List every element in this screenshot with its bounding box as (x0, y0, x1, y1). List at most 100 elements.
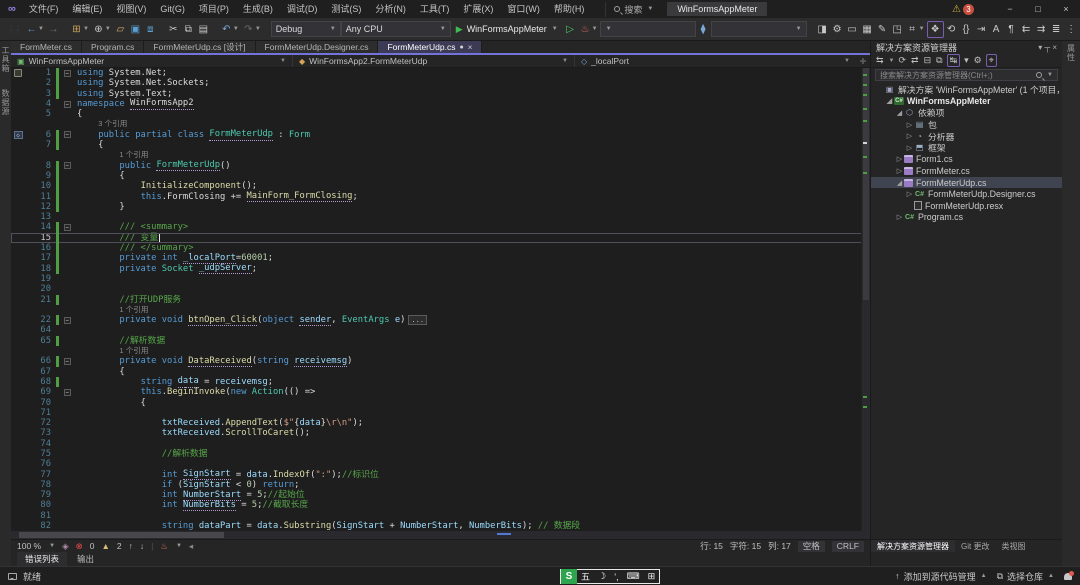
close-tab-icon[interactable]: × (468, 43, 473, 52)
code-editor[interactable]: 1−using System.Net;2using System.Net.Soc… (11, 68, 870, 531)
code-line[interactable]: 4−namespace WinFormsApp2 (11, 99, 870, 109)
tree-item-Programcs[interactable]: ▷C#Program.cs (871, 212, 1062, 224)
sync-icon[interactable]: ⇄ (910, 55, 920, 66)
code-line[interactable]: 7 { (11, 140, 870, 150)
increase-indent-icon[interactable]: ⇉ (1034, 21, 1049, 38)
se-bottom-tab-[interactable]: 类视图 (995, 540, 1031, 552)
prev-issue-button[interactable]: ↑ (129, 541, 133, 551)
line-spacing-icon[interactable]: ≣ (1049, 21, 1064, 38)
close-button[interactable]: × (1052, 0, 1080, 18)
switch-views-icon[interactable]: ⇆ (875, 55, 885, 66)
autohide-tab-数据源[interactable]: 数据源 (0, 86, 11, 119)
error-icon[interactable]: ⊗ (76, 541, 83, 552)
tree-item-FormMeterUdpDesignercs[interactable]: ▷C#FormMeterUdp.Designer.cs (871, 188, 1062, 200)
zoom-level-dropdown[interactable]: 100 % (17, 541, 41, 551)
se-bottom-tab-[interactable]: 解决方案资源管理器 (871, 540, 955, 552)
menu-item-T[interactable]: 工具(T) (413, 0, 457, 18)
preview-selected-items-icon[interactable]: ⌖ (986, 54, 997, 67)
code-line[interactable]: 82 string dataPart = data.Substring(Sign… (11, 521, 870, 531)
menu-item-H[interactable]: 帮助(H) (547, 0, 592, 18)
notification-bell-icon[interactable] (1064, 573, 1072, 580)
collapse-region-icon[interactable]: − (64, 101, 71, 108)
indentation-mode[interactable]: 空格 (798, 541, 825, 552)
edit-icon[interactable]: ✎ (875, 21, 890, 38)
fold-margin[interactable]: − (61, 356, 73, 366)
code-line[interactable]: 16 /// </summary> (11, 243, 870, 253)
code-line[interactable]: 8− public FormMeterUdp() (11, 161, 870, 171)
menu-item-E[interactable]: 编辑(E) (65, 0, 109, 18)
menu-item-D[interactable]: 调试(D) (280, 0, 325, 18)
code-line[interactable]: 75 //解析数据 (11, 449, 870, 459)
tree-item-[interactable]: ▷▤包 (871, 119, 1062, 131)
warning-icon[interactable]: ▲ (101, 541, 109, 551)
code-line[interactable]: 14− /// <summary> (11, 222, 870, 232)
code-line[interactable]: 13 (11, 212, 870, 222)
code-line[interactable]: 2using System.Net.Sockets; (11, 78, 870, 88)
configuration-icon[interactable]: ⧫ (696, 21, 711, 38)
chevron-right-icon[interactable]: ▷ (905, 121, 914, 129)
refresh-icon[interactable]: ⟳ (898, 55, 908, 66)
solution-name-chip[interactable]: WinFormsAppMeter (667, 2, 767, 16)
ime-mode-button[interactable]: ’, (610, 572, 623, 582)
ime-mode-button[interactable]: ⌨ (623, 571, 644, 582)
code-line[interactable]: 77 int SignStart = data.IndexOf(":");//标… (11, 470, 870, 480)
code-line[interactable]: 21 //打开UDP服务 (11, 295, 870, 305)
navigate-back-icon[interactable]: ←▼ (24, 21, 46, 38)
properties-window-icon[interactable]: ◨ (815, 21, 830, 38)
split-editor-button[interactable]: ✛ (856, 57, 870, 66)
navigate-forward-icon[interactable]: → (46, 21, 61, 38)
decrease-indent-icon[interactable]: ⇇ (1019, 21, 1034, 38)
fold-margin[interactable]: − (61, 222, 73, 232)
code-line[interactable]: 3using System.Text; (11, 89, 870, 99)
doc-tab-FormMeterUdpcs[interactable]: FormMeterUdp.cs●× (378, 41, 482, 53)
code-line[interactable]: 10 InitializeComponent(); (11, 181, 870, 191)
undo-icon[interactable]: ↶▼ (219, 21, 241, 38)
chevron-right-icon[interactable]: ▷ (905, 144, 914, 152)
platform-dropdown[interactable]: Any CPU▼ (341, 21, 451, 37)
menu-item-B[interactable]: 生成(B) (236, 0, 280, 18)
tree-item-Form1cs[interactable]: ▷Form1.cs (871, 154, 1062, 166)
collapse-region-icon[interactable]: − (64, 162, 71, 169)
target-framework-dropdown[interactable]: ▼ (600, 21, 696, 37)
next-issue-button[interactable]: ↓ (140, 541, 144, 551)
collapse-region-icon[interactable]: − (64, 131, 71, 138)
feedback-bubble-icon[interactable] (8, 573, 17, 580)
select-repository-button[interactable]: ⧉ 选择仓库 ▲ (997, 570, 1054, 583)
chevron-down-icon[interactable]: ◢ (895, 179, 904, 187)
collapse-region-icon[interactable]: − (64, 358, 71, 365)
code-line[interactable]: 78 if (SignStart < 0) return; (11, 480, 870, 490)
codelens-row[interactable]: 3 个引用 (11, 119, 870, 129)
chevron-right-icon[interactable]: ▷ (895, 213, 904, 221)
codelens-row[interactable]: 1 个引用 (11, 346, 870, 356)
fold-margin[interactable]: − (61, 99, 73, 109)
codelens-references[interactable]: 1 个引用 (119, 346, 148, 356)
chevron-right-icon[interactable]: ▷ (895, 167, 904, 175)
code-line[interactable]: 12 } (11, 202, 870, 212)
scroll-left-arrow[interactable]: ◂ (189, 541, 193, 552)
code-line[interactable]: 81 (11, 511, 870, 521)
open-file-icon[interactable]: ▱ (113, 21, 128, 38)
tree-item-FormMetercs[interactable]: ▷FormMeter.cs (871, 165, 1062, 177)
fold-margin[interactable]: − (61, 130, 73, 140)
add-item-icon[interactable]: ⊕▼ (91, 21, 113, 38)
doc-tab-FormMeterUdpDesignercs[interactable]: FormMeterUdp.Designer.cs (256, 41, 379, 53)
code-line[interactable]: 67 { (11, 367, 870, 377)
vertical-scrollbar-thumb[interactable] (863, 68, 869, 300)
collapse-all-icon[interactable]: ⊟ (923, 55, 933, 66)
code-line[interactable]: 9 { (11, 171, 870, 181)
tree-item-WinFormsAppMeter[interactable]: ◢C#WinFormsAppMeter (871, 96, 1062, 108)
ime-mode-button[interactable]: ⊞ (644, 571, 660, 582)
inheritance-margin-icon[interactable]: ◇ (11, 130, 25, 140)
fold-margin[interactable]: − (61, 387, 73, 397)
code-line[interactable]: 69− this.BeginInvoke(new Action(() => (11, 387, 870, 397)
doc-tab-FormMetercs[interactable]: FormMeter.cs (11, 41, 82, 53)
options-icon[interactable]: ⚙ (830, 21, 845, 38)
menu-item-S[interactable]: 测试(S) (324, 0, 368, 18)
line-indicator[interactable]: 行: 15 (700, 540, 723, 552)
toolbar-grip-handle[interactable]: ⋮⋮ (4, 25, 24, 34)
code-line[interactable]: 22− private void btnOpen_Click(object se… (11, 315, 870, 325)
code-line[interactable]: ◇6− public partial class FormMeterUdp : … (11, 130, 870, 140)
code-line[interactable]: 19 (11, 274, 870, 284)
indent-icon[interactable]: ⇥ (974, 21, 989, 38)
text-case-icon[interactable]: A (989, 21, 1004, 38)
